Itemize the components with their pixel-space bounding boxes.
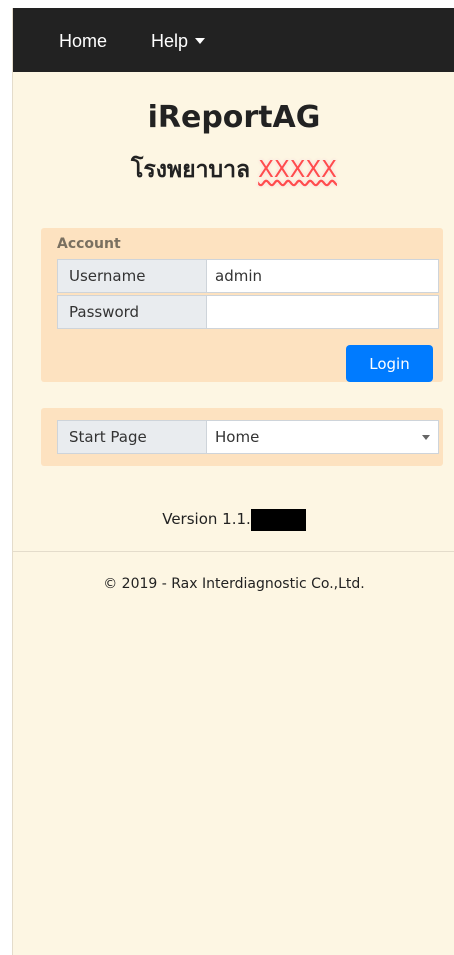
caret-down-icon bbox=[195, 38, 206, 44]
login-button[interactable]: Login bbox=[346, 345, 433, 382]
hospital-name-redacted: XXXXX bbox=[258, 157, 337, 183]
username-row: Username bbox=[57, 259, 439, 293]
password-label: Password bbox=[57, 295, 207, 329]
start-page-select[interactable]: Home bbox=[207, 420, 439, 454]
version-redaction-box bbox=[250, 508, 306, 531]
nav-help-label: Help bbox=[151, 31, 189, 51]
copyright-text: © 2019 - Rax Interdiagnostic Co.,Ltd. bbox=[103, 576, 365, 592]
start-page-selected: Home bbox=[215, 428, 260, 446]
account-legend: Account bbox=[57, 236, 121, 252]
nav-help-dropdown[interactable]: Help bbox=[151, 30, 206, 52]
version-text: Version 1.1. bbox=[13, 508, 454, 531]
account-panel: Account Username Password Login bbox=[41, 228, 443, 382]
nav-home-link[interactable]: Home bbox=[59, 30, 107, 52]
start-page-panel: Start Page Home bbox=[41, 408, 443, 466]
password-input[interactable] bbox=[207, 295, 439, 329]
top-navbar: Home Help bbox=[13, 8, 454, 72]
app-title: iReportAG bbox=[147, 100, 321, 135]
username-input[interactable] bbox=[207, 259, 439, 293]
footer-divider bbox=[13, 551, 454, 552]
start-page-label: Start Page bbox=[57, 420, 207, 454]
hospital-prefix: โรงพยาบาล bbox=[131, 157, 251, 183]
hospital-name: โรงพยาบาล XXXXX bbox=[13, 154, 454, 186]
username-label: Username bbox=[57, 259, 207, 293]
version-prefix: Version 1.1. bbox=[162, 510, 251, 528]
start-page-row: Start Page Home bbox=[57, 420, 439, 454]
page-frame: Home Help iReportAG โรงพยาบาล XXXXX Acco… bbox=[12, 8, 454, 955]
password-row: Password bbox=[57, 295, 439, 329]
chevron-down-icon bbox=[422, 435, 430, 440]
